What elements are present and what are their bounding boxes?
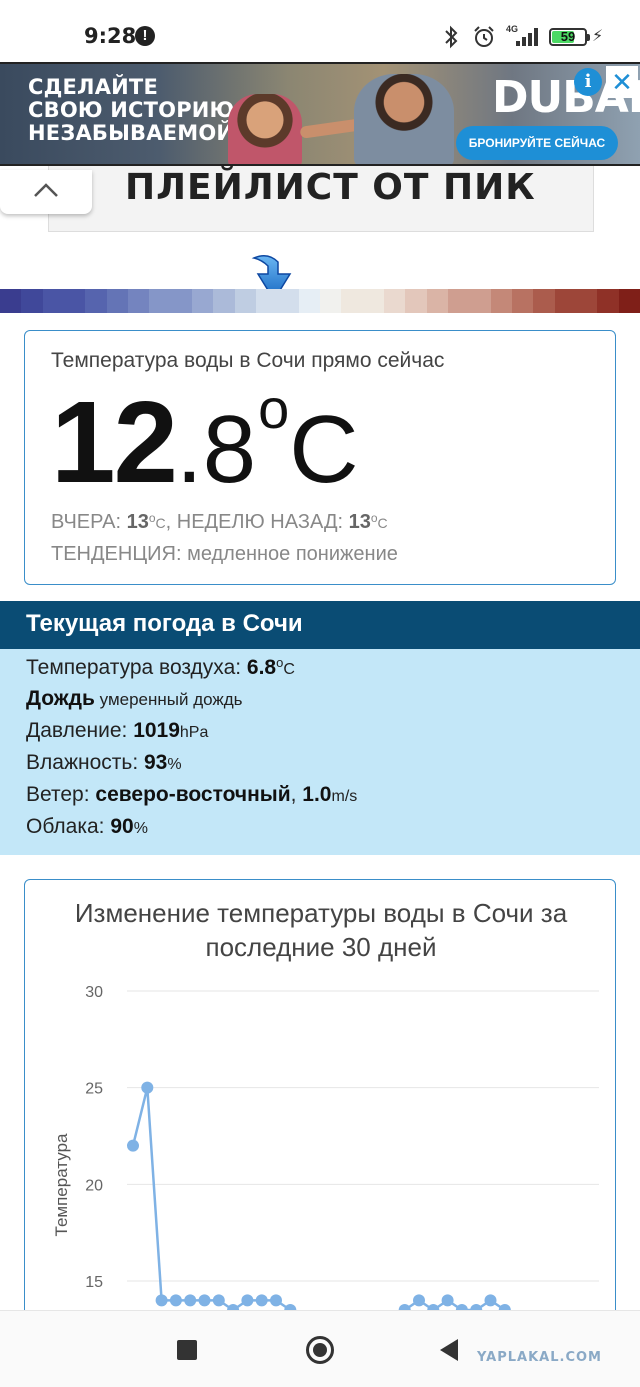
bluetooth-icon [445,25,458,49]
data-point[interactable] [198,1294,211,1307]
ad-banner[interactable]: СДЕЛАЙТЕ СВОЮ ИСТОРИЮ НЕЗАБЫВАЕМОЙ DUBAI… [0,62,640,166]
data-point[interactable] [484,1294,497,1307]
humidity-label: Влажность: [26,751,144,774]
screen: 9:28 ! 4G 59 ⚡ ПЛЕЙЛИСТ ОТ ПИК СДЕЛАЙТЕ … [0,0,640,1387]
battery-level: 59 [560,29,576,44]
rain-row: Дождь умеренный дождь [26,687,243,711]
percent-sign: % [133,820,148,837]
rain-value: умеренный дождь [94,690,243,709]
watermark: YAPLAKAL.COM [477,1350,602,1365]
navigation-bar [0,1310,640,1387]
temp-whole: 12 [51,377,178,507]
trend-value: медленное понижение [187,543,398,565]
week-label: , НЕДЕЛЮ НАЗАД: [165,511,349,533]
data-point[interactable] [441,1294,454,1307]
temp-unit: C [289,396,359,503]
ad-cta-button[interactable]: БРОНИРУЙТЕ СЕЙЧАС [456,126,618,160]
data-point[interactable] [141,1081,154,1094]
rain-label: Дождь [26,687,95,710]
data-point[interactable] [184,1294,197,1307]
alert-icon: ! [135,26,155,46]
clouds-value: 90 [110,815,134,838]
charging-icon: ⚡ [592,28,604,45]
yesterday-label: ВЧЕРА: [51,511,127,533]
yesterday-value: 13 [126,511,149,533]
clouds-row: Облака: 90% [26,815,148,839]
water-temperature-card: Температура воды в Сочи прямо сейчас 12.… [24,330,616,585]
degree-symbol: o [258,377,290,440]
wind-direction: северо-восточный [95,783,291,806]
air-value: 6.8 [246,656,277,679]
water-label: Температура воды в Сочи прямо сейчас [51,349,445,372]
pressure-unit: hPa [179,724,209,741]
temp-dot: . [176,396,203,503]
unit-label: C [283,661,295,678]
percent-sign: % [167,756,182,773]
signal-icon [516,28,538,46]
week-value: 13 [348,511,371,533]
temp-fraction: 8 [202,396,257,503]
y-tick-label: 15 [85,1274,103,1291]
pressure-value: 1019 [133,719,180,742]
air-label: Температура воздуха: [26,656,247,679]
unit-label: C [377,515,388,531]
clouds-label: Облака: [26,815,111,838]
status-bar: 9:28 ! 4G 59 ⚡ [0,0,640,62]
chevron-up-icon [34,183,58,197]
trend-label: ТЕНДЕНЦИЯ: [51,543,188,565]
pressure-label: Давление: [26,719,134,742]
y-tick-label: 30 [85,984,103,1001]
pressure-row: Давление: 1019hPa [26,719,208,743]
humidity-value: 93 [144,751,168,774]
y-tick-label: 25 [85,1081,103,1098]
temperature-trend: ТЕНДЕНЦИЯ: медленное понижение [51,543,398,566]
data-point[interactable] [241,1294,254,1307]
recents-button[interactable] [177,1340,197,1360]
air-temperature-row: Температура воздуха: 6.8oC [26,655,295,680]
ad-info-icon[interactable]: i [574,68,602,96]
home-button[interactable] [306,1336,334,1364]
collapse-ad-button[interactable] [0,170,92,214]
water-temperature: 12.8oC [51,375,359,509]
ad-photo-man [354,74,454,164]
ad-close-icon[interactable]: ✕ [606,66,638,98]
unit-label: C [155,515,166,531]
series-line [131,1087,506,1321]
playlist-text: ПЛЕЙЛИСТ ОТ ПИК [125,167,536,208]
wind-label: Ветер: [26,783,96,806]
back-button[interactable] [440,1339,458,1361]
wind-value: 1.0 [302,783,332,806]
weather-title: Текущая погода в Сочи [0,601,640,649]
degree-symbol: o [370,511,378,525]
battery-icon: 59 [549,28,590,46]
wind-unit: m/s [331,788,358,805]
ad-headline: СДЕЛАЙТЕ СВОЮ ИСТОРИЮ НЕЗАБЫВАЕМОЙ [28,75,235,145]
data-point[interactable] [255,1294,268,1307]
temperature-history: ВЧЕРА: 13oC, НЕДЕЛЮ НАЗАД: 13oC [51,511,388,534]
temperature-scale [0,289,640,313]
data-point[interactable] [155,1294,168,1307]
data-point[interactable] [270,1294,282,1307]
water-temperature-chart: Изменение температуры воды в Сочи за пос… [24,879,616,1339]
wind-row: Ветер: северо-восточный, 1.0m/s [26,783,357,807]
chart-plot: 30 25 20 15 Температура [52,984,599,1326]
data-point[interactable] [127,1139,139,1152]
ad-photo-woman [228,94,302,164]
data-point[interactable] [413,1294,425,1307]
humidity-row: Влажность: 93% [26,751,182,775]
degree-symbol: o [148,511,156,525]
wind-separator: , [290,783,303,806]
data-point[interactable] [212,1294,225,1307]
data-point[interactable] [169,1294,182,1307]
y-axis-label: Температура [52,1133,71,1237]
weather-details: Температура воздуха: 6.8oC Дождь умеренн… [0,649,640,855]
y-tick-label: 20 [85,1177,103,1194]
clock: 9:28 [84,24,137,48]
alarm-icon [474,26,494,47]
